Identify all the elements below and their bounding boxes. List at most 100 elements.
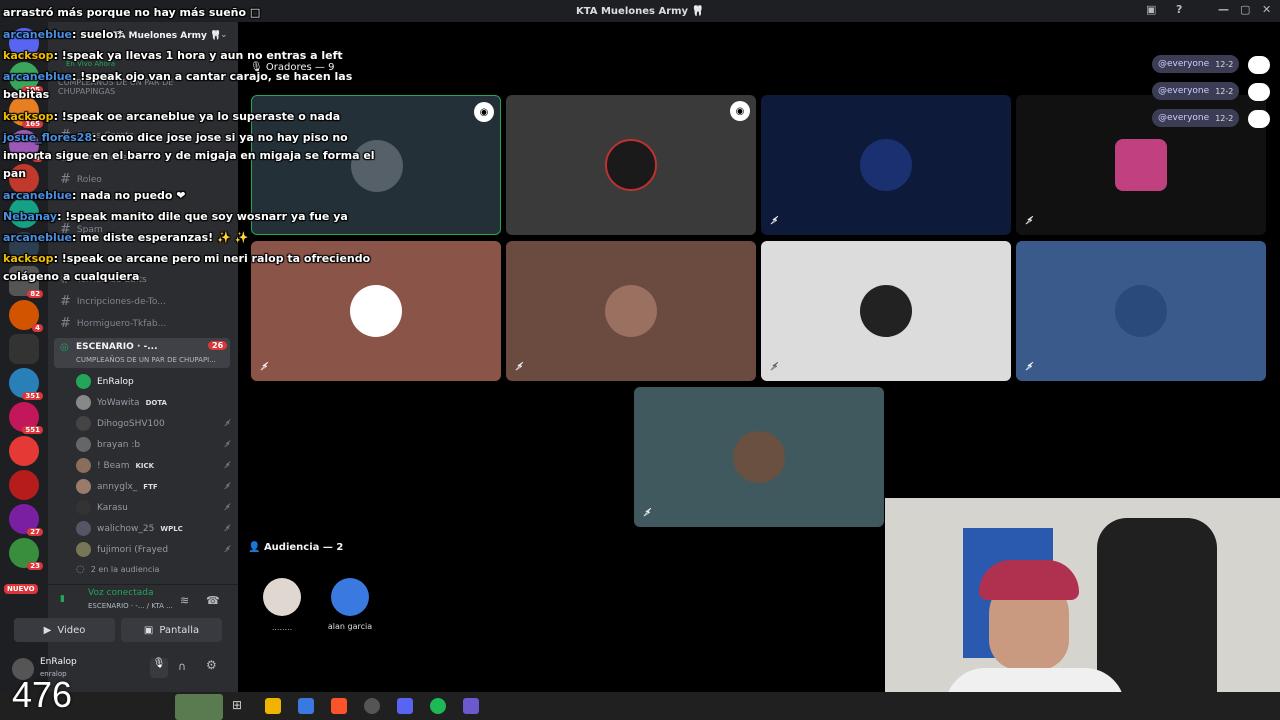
avatar — [1248, 56, 1270, 74]
minimize-icon[interactable]: — — [1218, 3, 1229, 16]
chat-username: kacksop — [3, 110, 54, 123]
voice-status[interactable]: Voz conectada — [40, 588, 153, 598]
speaker-tile[interactable]: ⚡̸ — [634, 387, 884, 527]
channel-item[interactable]: # Incripciones-de-To... — [60, 294, 230, 309]
speaker-tile[interactable]: ⚡̸ — [1016, 241, 1266, 381]
server-name[interactable]: KTA Muelones Army 🦷 — [106, 31, 221, 41]
chat-username: arcaneblue — [3, 70, 73, 83]
speaker-tile[interactable]: ⚡̸ — [506, 241, 756, 381]
discord-icon[interactable] — [397, 698, 413, 714]
audience-header: 👤 Audiencia — 2 — [248, 542, 344, 553]
avatar — [860, 285, 912, 337]
video-button[interactable]: ▶ Video — [14, 618, 115, 642]
muted-mic-icon: ⚡̸ — [644, 506, 652, 519]
chat-text: : suelo * — [72, 28, 124, 41]
chat-text: : nada no puedo ❤ — [72, 189, 186, 202]
help-icon[interactable]: ? — [1176, 3, 1182, 16]
gear-icon[interactable]: ⚙ — [206, 658, 217, 672]
voice-user[interactable]: YoWawita DOTA — [76, 395, 231, 410]
avatar[interactable] — [263, 578, 301, 616]
stage-channel-name: ESCENARIO · -... — [76, 342, 158, 352]
voice-location[interactable]: ESCENARIO · -... / KTA ... — [40, 602, 173, 610]
voice-user[interactable]: fujimori (Frayed ⚡̸ — [76, 542, 231, 557]
chat-text: : !speak ya llevas 1 hora y aun no entra… — [53, 49, 343, 62]
server-icon[interactable]: 23 — [9, 538, 43, 570]
inbox-icon[interactable]: ▣ — [1146, 3, 1156, 16]
video-on-icon: ◉ — [474, 102, 494, 122]
mention-notification[interactable]: @everyone 12-2 — [1152, 55, 1240, 73]
app-icon[interactable] — [463, 698, 479, 714]
mention-notification[interactable]: @everyone 12-2 — [1152, 109, 1240, 127]
voice-user[interactable]: Karasu ⚡̸ — [76, 500, 231, 515]
mention-notification[interactable]: @everyone 12-2 — [1152, 82, 1240, 100]
audience-member-name: alan garcia — [327, 622, 373, 631]
stage-icon: ◎ — [60, 342, 69, 353]
server-icon[interactable]: 551 — [9, 402, 43, 434]
muted-mic-icon: ⚡̸ — [516, 360, 524, 373]
audience-count[interactable]: ◌ 2 en la audiencia — [76, 564, 231, 575]
headphones-icon: ◌ — [76, 564, 85, 575]
voice-user[interactable]: brayan :b ⚡̸ — [76, 437, 231, 452]
speaker-tile[interactable]: ⚡̸ — [761, 241, 1011, 381]
avatar[interactable] — [331, 578, 369, 616]
chat-username: kacksop — [3, 49, 54, 62]
avatar — [605, 285, 657, 337]
chat-username: arcaneblue — [3, 231, 73, 244]
chat-message: bebitas — [3, 88, 49, 101]
chat-message: pan — [3, 167, 26, 180]
server-icon[interactable]: 4 — [9, 300, 43, 332]
stage-channel[interactable]: ◎ ESCENARIO · -... 26 CUMPLEAÑOS DE UN P… — [54, 338, 230, 368]
server-icon[interactable]: 27 — [9, 504, 43, 536]
muted-mic-icon: ⚡̸ — [224, 523, 231, 534]
muted-mic-icon: ⚡̸ — [1026, 360, 1034, 373]
voice-user[interactable]: annyglx_ FTF ⚡̸ — [76, 479, 231, 494]
channel-item[interactable]: # Hormiguero-Tkfab... — [60, 316, 230, 331]
stage-topic: CUMPLEAÑOS DE UN PAR DE CHUPAPI... — [76, 356, 216, 364]
voice-user[interactable]: walichow_25 WPLC ⚡̸ — [76, 521, 231, 536]
file-explorer-icon[interactable] — [265, 698, 281, 714]
chat-username: josue_flores28 — [3, 131, 93, 144]
avatar — [605, 139, 657, 191]
server-icon[interactable] — [9, 436, 39, 466]
muted-mic-icon: ⚡̸ — [1026, 214, 1034, 227]
camera-icon: ▶ — [43, 624, 52, 636]
chat-message: arcaneblue: nada no puedo ❤ — [3, 189, 186, 202]
webcam-feed — [885, 498, 1280, 720]
chat-message: importa sigue en el barro y de migaja en… — [3, 149, 375, 162]
microphone-icon[interactable]: 🎙 — [150, 658, 168, 678]
user-name: EnRalop — [40, 657, 77, 667]
muted-mic-icon: ⚡̸ — [224, 502, 231, 513]
server-title: KTA Muelones Army 🦷 — [575, 5, 705, 17]
new-badge: NUEVO — [4, 584, 38, 594]
speaker-tile[interactable]: ⚡̸ — [761, 95, 1011, 235]
channel-item[interactable]: # Roleo — [60, 172, 230, 187]
spotify-icon[interactable] — [430, 698, 446, 714]
voice-user[interactable]: ! Beam KICK ⚡̸ — [76, 458, 231, 473]
disconnect-icon[interactable]: ☎ — [206, 594, 220, 607]
brave-icon[interactable] — [331, 698, 347, 714]
server-icon[interactable] — [9, 334, 39, 364]
chat-text: pan — [3, 167, 27, 180]
close-icon[interactable]: ✕ — [1262, 3, 1271, 16]
screen-share-button[interactable]: ▣ Pantalla — [121, 618, 222, 642]
chevron-down-icon[interactable]: ⌄ — [220, 30, 228, 40]
noise-suppression-icon[interactable]: ≋ — [180, 594, 189, 607]
divider — [48, 584, 238, 585]
avatar — [351, 140, 403, 192]
chat-username: arcaneblue — [3, 189, 73, 202]
avatar — [1115, 139, 1167, 191]
headphones-icon[interactable]: ∩ — [178, 660, 186, 673]
task-view-icon[interactable]: ⊞ — [232, 698, 248, 714]
voice-user[interactable]: EnRalop — [76, 374, 231, 389]
maximize-icon[interactable]: ▢ — [1240, 3, 1250, 16]
store-icon[interactable] — [298, 698, 314, 714]
speaker-tile[interactable]: ◉ — [506, 95, 756, 235]
server-icon[interactable]: 351 — [9, 368, 43, 400]
obs-icon[interactable] — [364, 698, 380, 714]
people-icon: 👤 — [248, 542, 261, 553]
server-icon[interactable] — [9, 470, 39, 500]
muted-mic-icon: ⚡̸ — [224, 439, 231, 450]
chat-text: : !speak manito dile que soy wosnarr ya … — [57, 210, 348, 223]
taskbar-thumbnail[interactable] — [175, 694, 223, 720]
voice-user[interactable]: DihogoSHV100 ⚡̸ — [76, 416, 231, 431]
